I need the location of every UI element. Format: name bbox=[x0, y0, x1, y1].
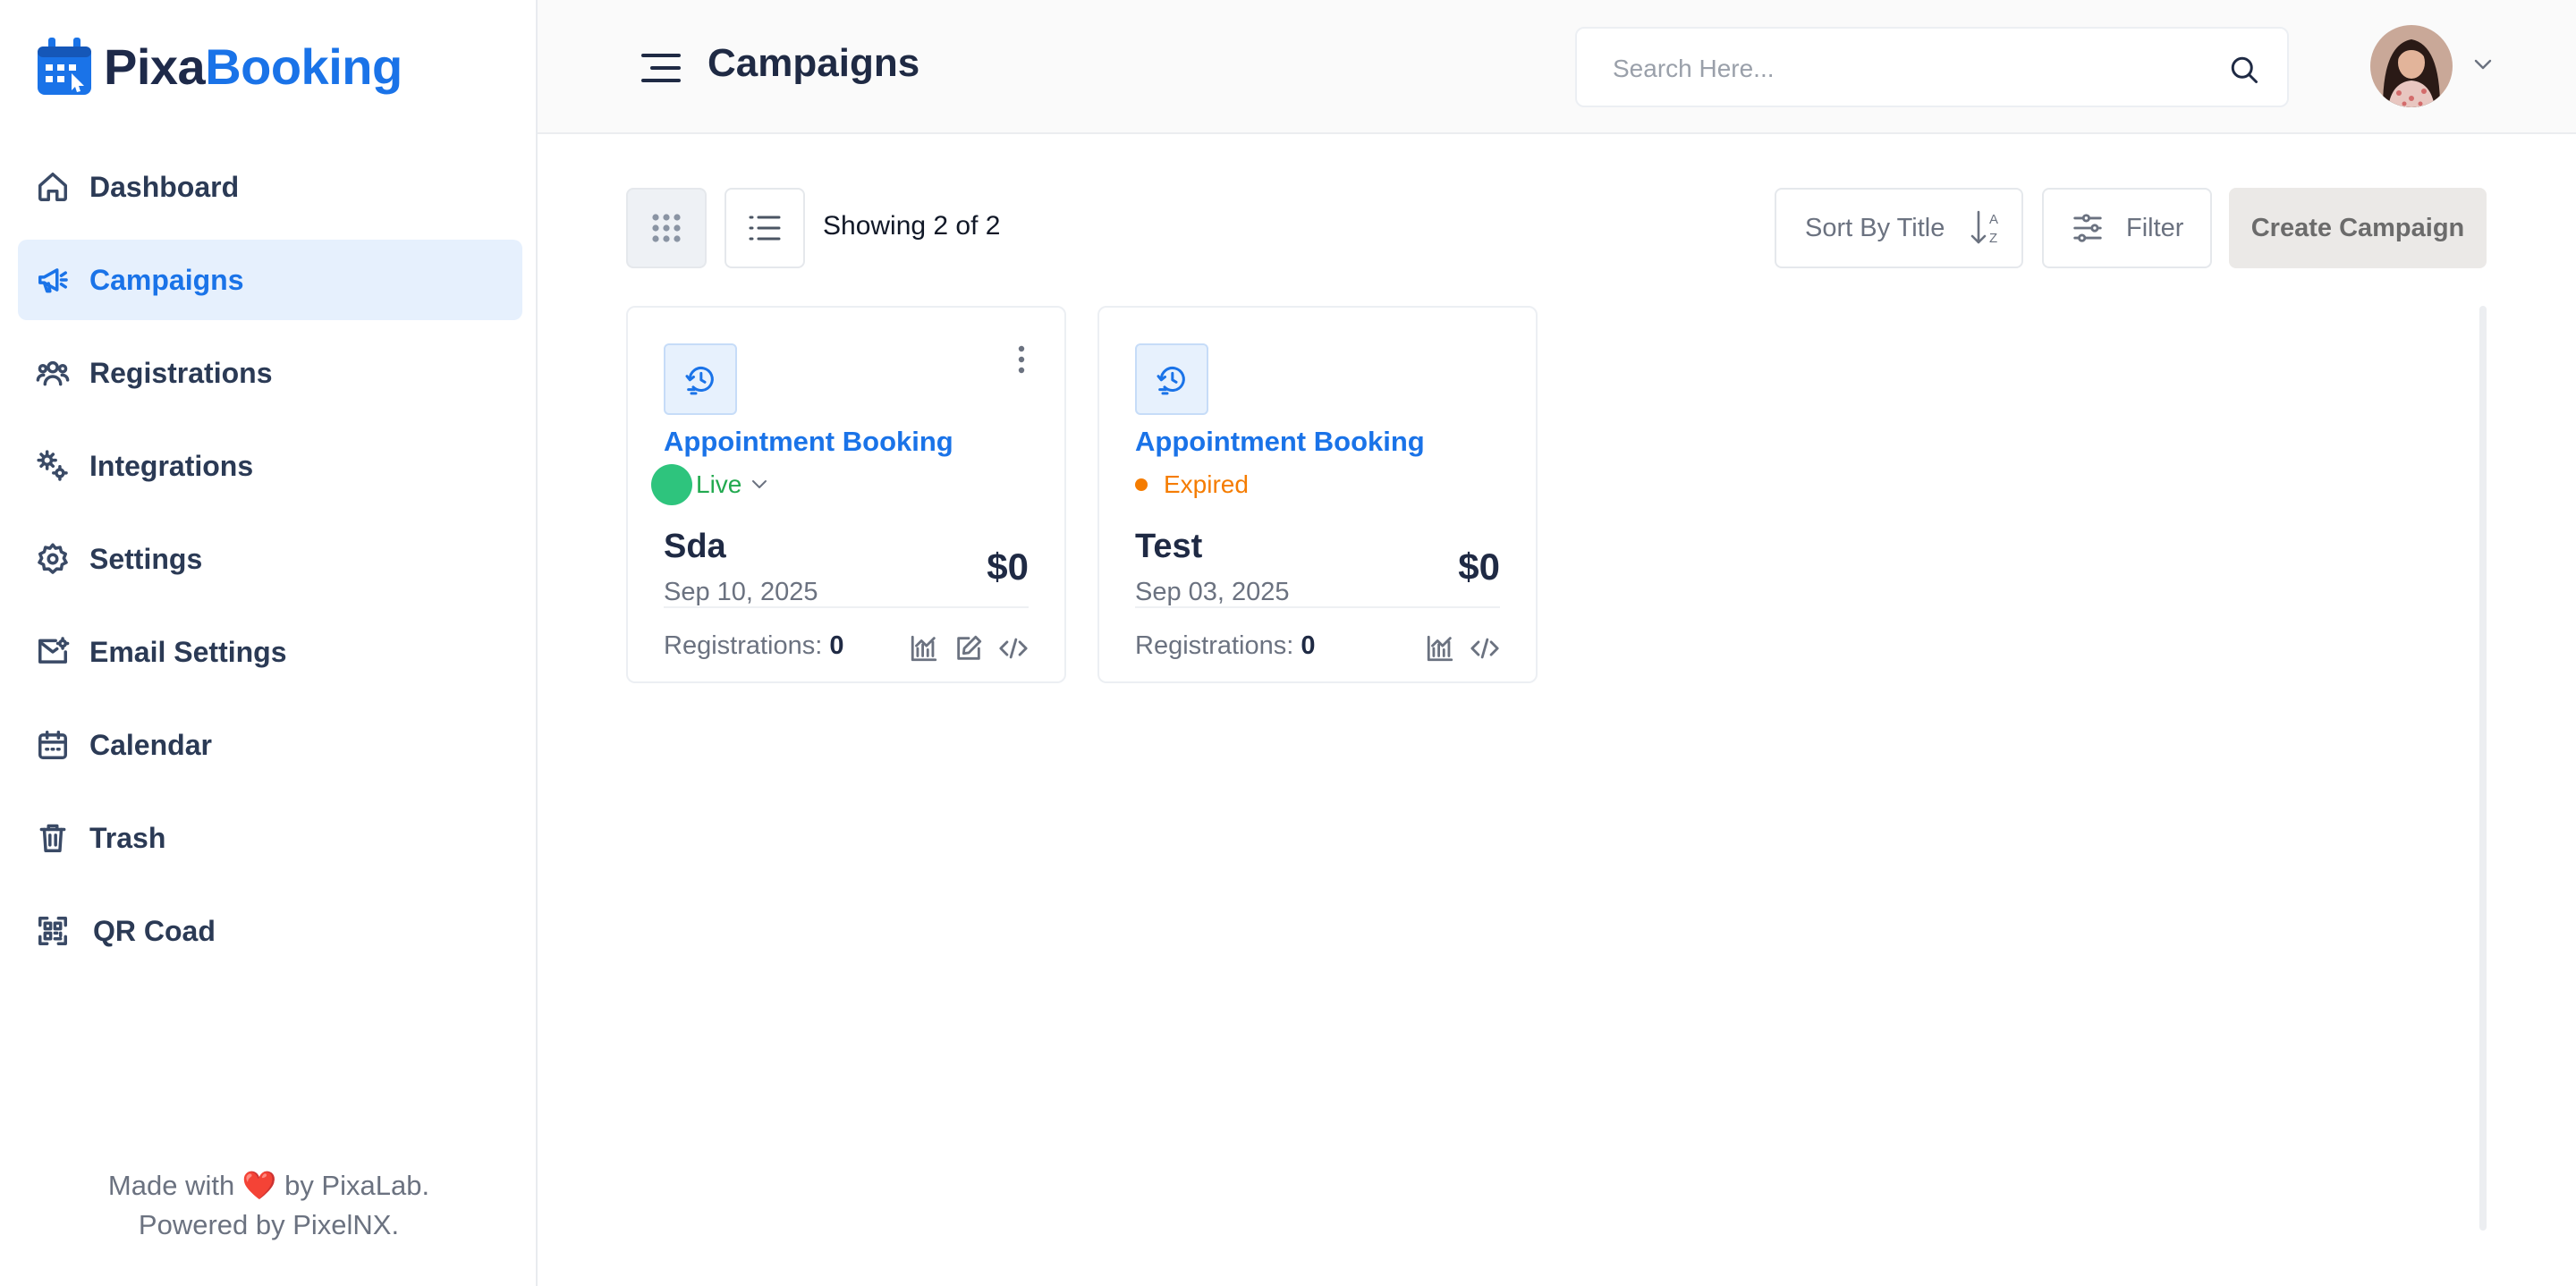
campaign-price: $0 bbox=[987, 546, 1029, 588]
sidebar-item-label: Integrations bbox=[89, 449, 254, 482]
card-divider bbox=[664, 606, 1029, 608]
edit-icon[interactable] bbox=[953, 633, 984, 664]
campaign-name: Sda bbox=[664, 528, 726, 565]
sidebar-item-qr-code[interactable]: QR Coad bbox=[18, 891, 522, 971]
card-actions bbox=[909, 633, 1029, 664]
menu-icon[interactable] bbox=[640, 50, 682, 86]
heart-icon: ❤️ bbox=[242, 1170, 277, 1201]
history-icon bbox=[664, 343, 737, 415]
status-badge: Live bbox=[696, 470, 742, 498]
campaign-name: Test bbox=[1135, 528, 1203, 565]
filter-sliders-icon bbox=[2073, 214, 2102, 242]
sidebar-footer: Made with ❤️ by PixaLab. Powered by Pixe… bbox=[0, 1166, 538, 1245]
embed-code-icon[interactable] bbox=[998, 633, 1029, 664]
avatar-image bbox=[2370, 25, 2453, 107]
search-input[interactable] bbox=[1613, 50, 2221, 88]
status-badge: Expired bbox=[1164, 470, 1249, 498]
list-view-button[interactable] bbox=[724, 188, 805, 268]
analytics-icon[interactable] bbox=[1425, 633, 1455, 664]
live-status-dot bbox=[651, 464, 692, 505]
filter-button[interactable]: Filter bbox=[2042, 188, 2212, 268]
sidebar-item-registrations[interactable]: Registrations bbox=[18, 333, 522, 413]
campaign-type-link[interactable]: Appointment Booking bbox=[1135, 426, 1425, 458]
brand-logo[interactable]: PixaBooking bbox=[36, 34, 402, 98]
registrations-count: Registrations: 0 bbox=[664, 631, 844, 660]
embed-code-icon[interactable] bbox=[1470, 633, 1500, 664]
sidebar-item-settings[interactable]: Settings bbox=[18, 519, 522, 599]
home-icon bbox=[34, 168, 72, 206]
scrollbar[interactable] bbox=[2479, 306, 2487, 1231]
status-dropdown[interactable]: Live bbox=[651, 463, 768, 506]
analytics-icon[interactable] bbox=[909, 633, 939, 664]
megaphone-icon bbox=[34, 261, 72, 299]
campaign-date: Sep 03, 2025 bbox=[1135, 578, 1290, 606]
calendar-logo-icon bbox=[38, 38, 91, 95]
history-icon bbox=[1135, 343, 1208, 415]
gear-icon bbox=[34, 540, 72, 578]
sort-label: Sort By Title bbox=[1805, 213, 1945, 242]
svg-text:Z: Z bbox=[1989, 231, 1997, 246]
sort-alpha-icon: A Z bbox=[1971, 210, 1998, 246]
sidebar-item-integrations[interactable]: Integrations bbox=[18, 426, 522, 506]
search-box bbox=[1575, 27, 2289, 107]
brand-name: PixaBooking bbox=[104, 38, 402, 95]
qr-code-icon bbox=[34, 912, 72, 950]
grid-view-button[interactable] bbox=[626, 188, 707, 268]
card-actions bbox=[1425, 633, 1500, 664]
sidebar-item-label: Dashboard bbox=[89, 170, 240, 203]
mail-settings-icon bbox=[34, 633, 72, 671]
footer-powered-by: Powered by PixelNX. bbox=[138, 1209, 400, 1240]
campaign-type-link[interactable]: Appointment Booking bbox=[664, 426, 953, 458]
sidebar-item-calendar[interactable]: Calendar bbox=[18, 705, 522, 785]
footer-made-with: Made with ❤️ by PixaLab. bbox=[107, 1170, 430, 1201]
sidebar-item-campaigns[interactable]: Campaigns bbox=[18, 240, 522, 320]
sidebar-nav: Dashboard Campaigns Registrations Integr… bbox=[18, 147, 522, 984]
chevron-down-icon[interactable] bbox=[2472, 55, 2494, 73]
sidebar-item-label: Calendar bbox=[89, 728, 212, 761]
svg-text:A: A bbox=[1989, 212, 1998, 227]
users-icon bbox=[34, 354, 72, 392]
status-indicator: Expired bbox=[1135, 465, 1249, 504]
sort-button[interactable]: Sort By Title A Z bbox=[1775, 188, 2023, 268]
chevron-down-icon bbox=[752, 480, 767, 488]
filter-label: Filter bbox=[2126, 213, 2184, 242]
sidebar-item-email-settings[interactable]: Email Settings bbox=[18, 612, 522, 692]
avatar[interactable] bbox=[2370, 25, 2453, 107]
more-options-icon[interactable] bbox=[1011, 342, 1032, 377]
grid-icon bbox=[652, 214, 681, 242]
sidebar-item-label: Trash bbox=[89, 821, 166, 854]
sidebar-item-label: Registrations bbox=[89, 356, 273, 389]
create-campaign-button[interactable]: Create Campaign bbox=[2229, 188, 2487, 268]
sidebar-item-trash[interactable]: Trash bbox=[18, 798, 522, 878]
search-icon[interactable] bbox=[2228, 54, 2260, 86]
sidebar-item-label: Settings bbox=[89, 542, 203, 575]
campaign-card: Appointment Booking Live Sda Sep 10, 202… bbox=[626, 306, 1066, 683]
results-count: Showing 2 of 2 bbox=[823, 211, 1001, 241]
trash-icon bbox=[34, 819, 72, 857]
top-header: Campaigns bbox=[538, 0, 2576, 134]
card-divider bbox=[1135, 606, 1500, 608]
sidebar-item-label: Campaigns bbox=[89, 263, 244, 296]
page-title: Campaigns bbox=[708, 41, 920, 85]
registrations-count: Registrations: 0 bbox=[1135, 631, 1316, 660]
integrations-icon bbox=[34, 447, 72, 485]
list-icon bbox=[749, 216, 781, 241]
sidebar-item-label: Email Settings bbox=[89, 635, 287, 668]
calendar-icon bbox=[34, 726, 72, 764]
campaign-price: $0 bbox=[1458, 546, 1500, 588]
expired-status-dot bbox=[1135, 478, 1148, 491]
sidebar-item-label: QR Coad bbox=[93, 914, 216, 947]
campaign-card: Appointment Booking Expired Test Sep 03,… bbox=[1097, 306, 1538, 683]
sidebar: PixaBooking Dashboard Campaigns Registra… bbox=[0, 0, 538, 1286]
campaign-date: Sep 10, 2025 bbox=[664, 578, 818, 606]
sidebar-item-dashboard[interactable]: Dashboard bbox=[18, 147, 522, 227]
